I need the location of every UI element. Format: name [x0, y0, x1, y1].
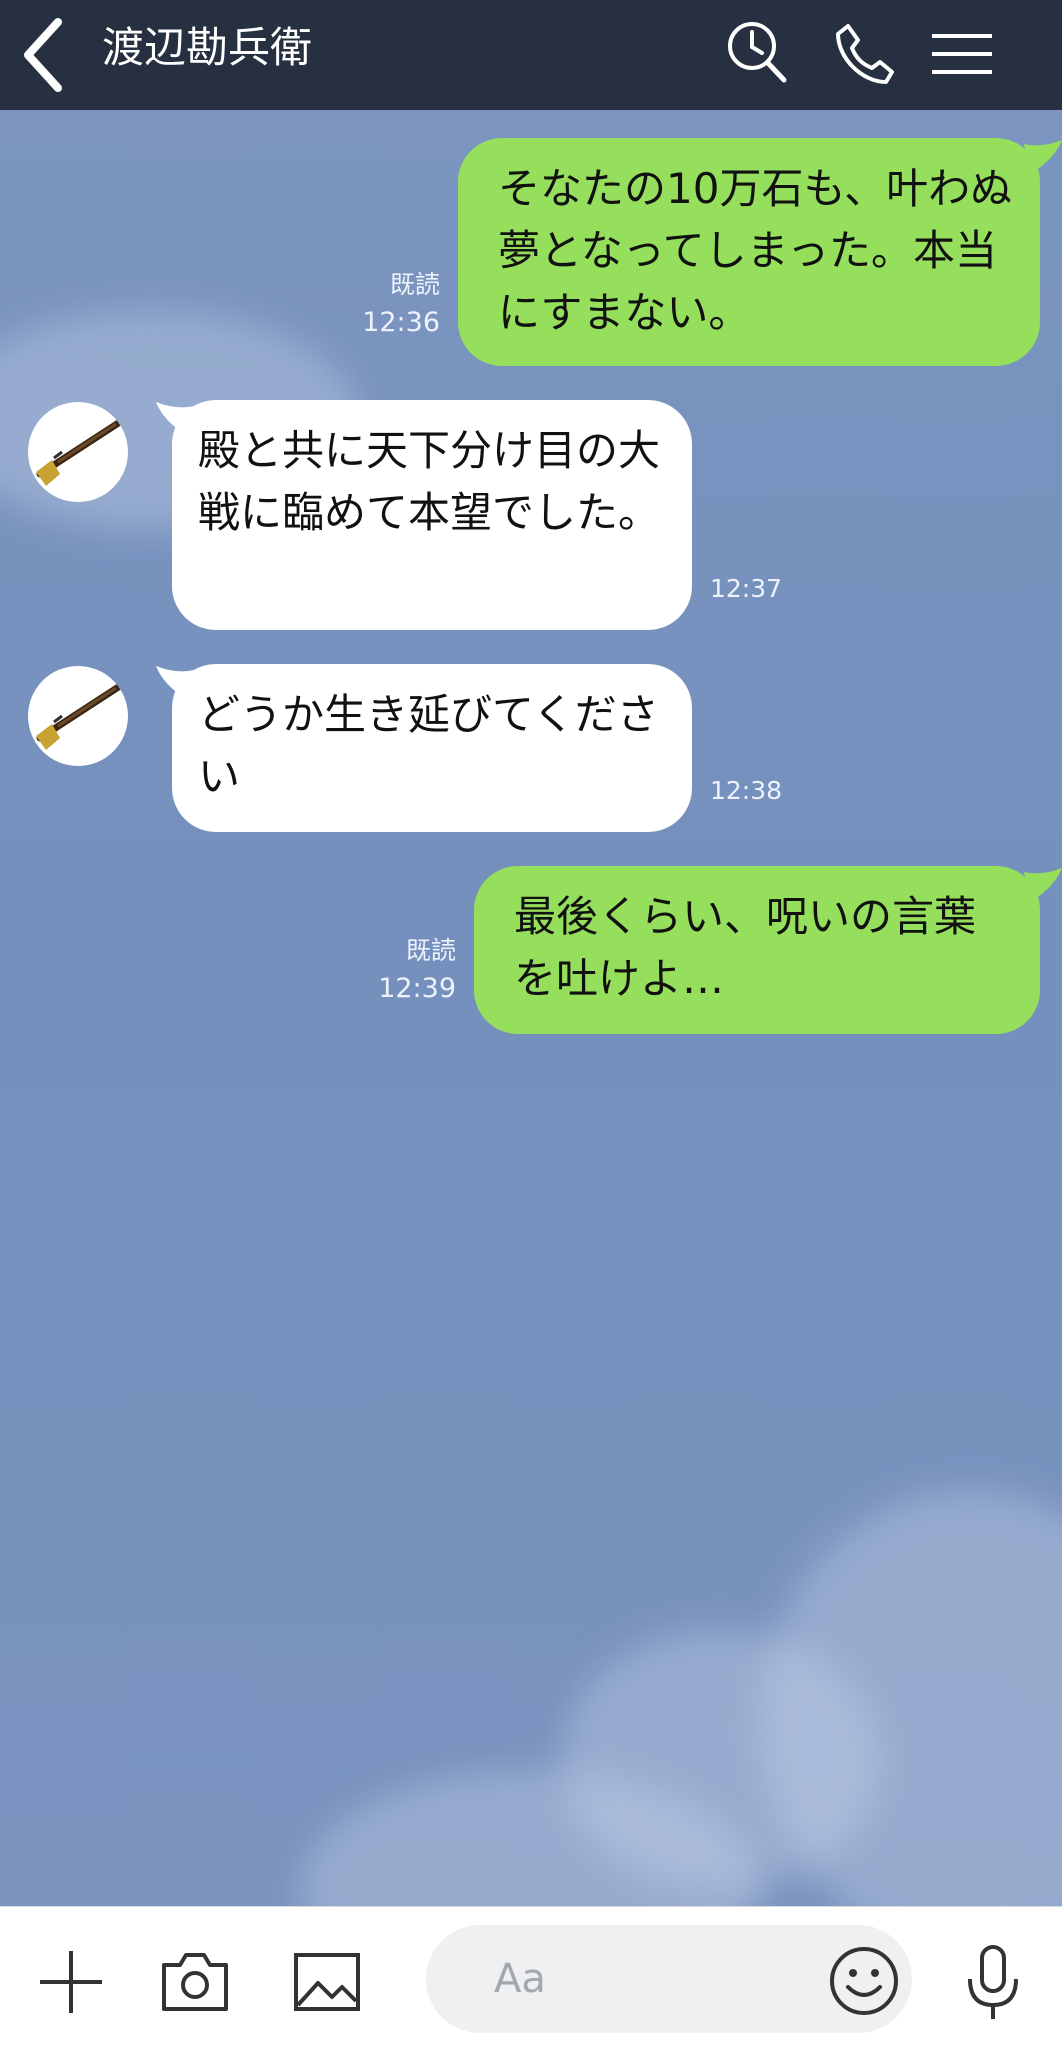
emoji-icon [830, 1947, 898, 2015]
message-time: 12:36 [362, 307, 440, 338]
menu-icon [932, 34, 992, 74]
message-time: 12:38 [710, 776, 783, 805]
menu-button[interactable] [924, 16, 1000, 92]
image-icon [294, 1953, 360, 2011]
camera-icon [162, 1953, 228, 2011]
back-button[interactable] [12, 12, 82, 98]
call-button[interactable] [826, 16, 902, 92]
message-time: 12:39 [378, 973, 456, 1004]
phone-icon [836, 24, 894, 84]
image-button[interactable] [292, 1947, 362, 2017]
message-time: 12:37 [710, 574, 783, 603]
add-button[interactable] [36, 1947, 106, 2017]
clock-search-icon [728, 22, 787, 83]
background-cloud [560, 1630, 880, 1890]
chevron-left-icon [24, 18, 62, 92]
message-bubble-sent[interactable]: そなたの10万石も、叶わぬ夢となってしまった。本当にすまない。 [458, 138, 1040, 366]
avatar[interactable] [28, 402, 128, 502]
message-meta: 既読 12:39 [356, 934, 456, 1006]
camera-button[interactable] [160, 1947, 230, 2017]
read-receipt: 既読 [405, 936, 456, 965]
message-bubble-received[interactable]: どうか生き延びてください [172, 664, 692, 832]
chat-area[interactable]: 既読 12:36 そなたの10万石も、叶わぬ夢となってしまった。本当にすまない。… [0, 110, 1062, 1906]
musket-avatar-image [36, 682, 124, 750]
message-bubble-sent[interactable]: 最後くらい、呪いの言葉を吐けよ… [474, 866, 1040, 1034]
musket-avatar-image [36, 418, 124, 486]
avatar[interactable] [28, 666, 128, 766]
microphone-icon [968, 1945, 1018, 2019]
voice-button[interactable] [958, 1943, 1028, 2023]
chat-header: 渡辺勘兵衛 [0, 0, 1062, 110]
chat-title: 渡辺勘兵衛 [102, 23, 313, 72]
emoji-button[interactable] [826, 1943, 902, 2019]
search-button[interactable] [720, 16, 796, 92]
plus-icon [40, 1951, 102, 2013]
message-meta: 既読 12:36 [340, 268, 440, 340]
input-bar [0, 1906, 1062, 2049]
read-receipt: 既読 [389, 270, 440, 299]
message-bubble-received[interactable]: 殿と共に天下分け目の大戦に臨めて本望でした。 [172, 400, 692, 630]
